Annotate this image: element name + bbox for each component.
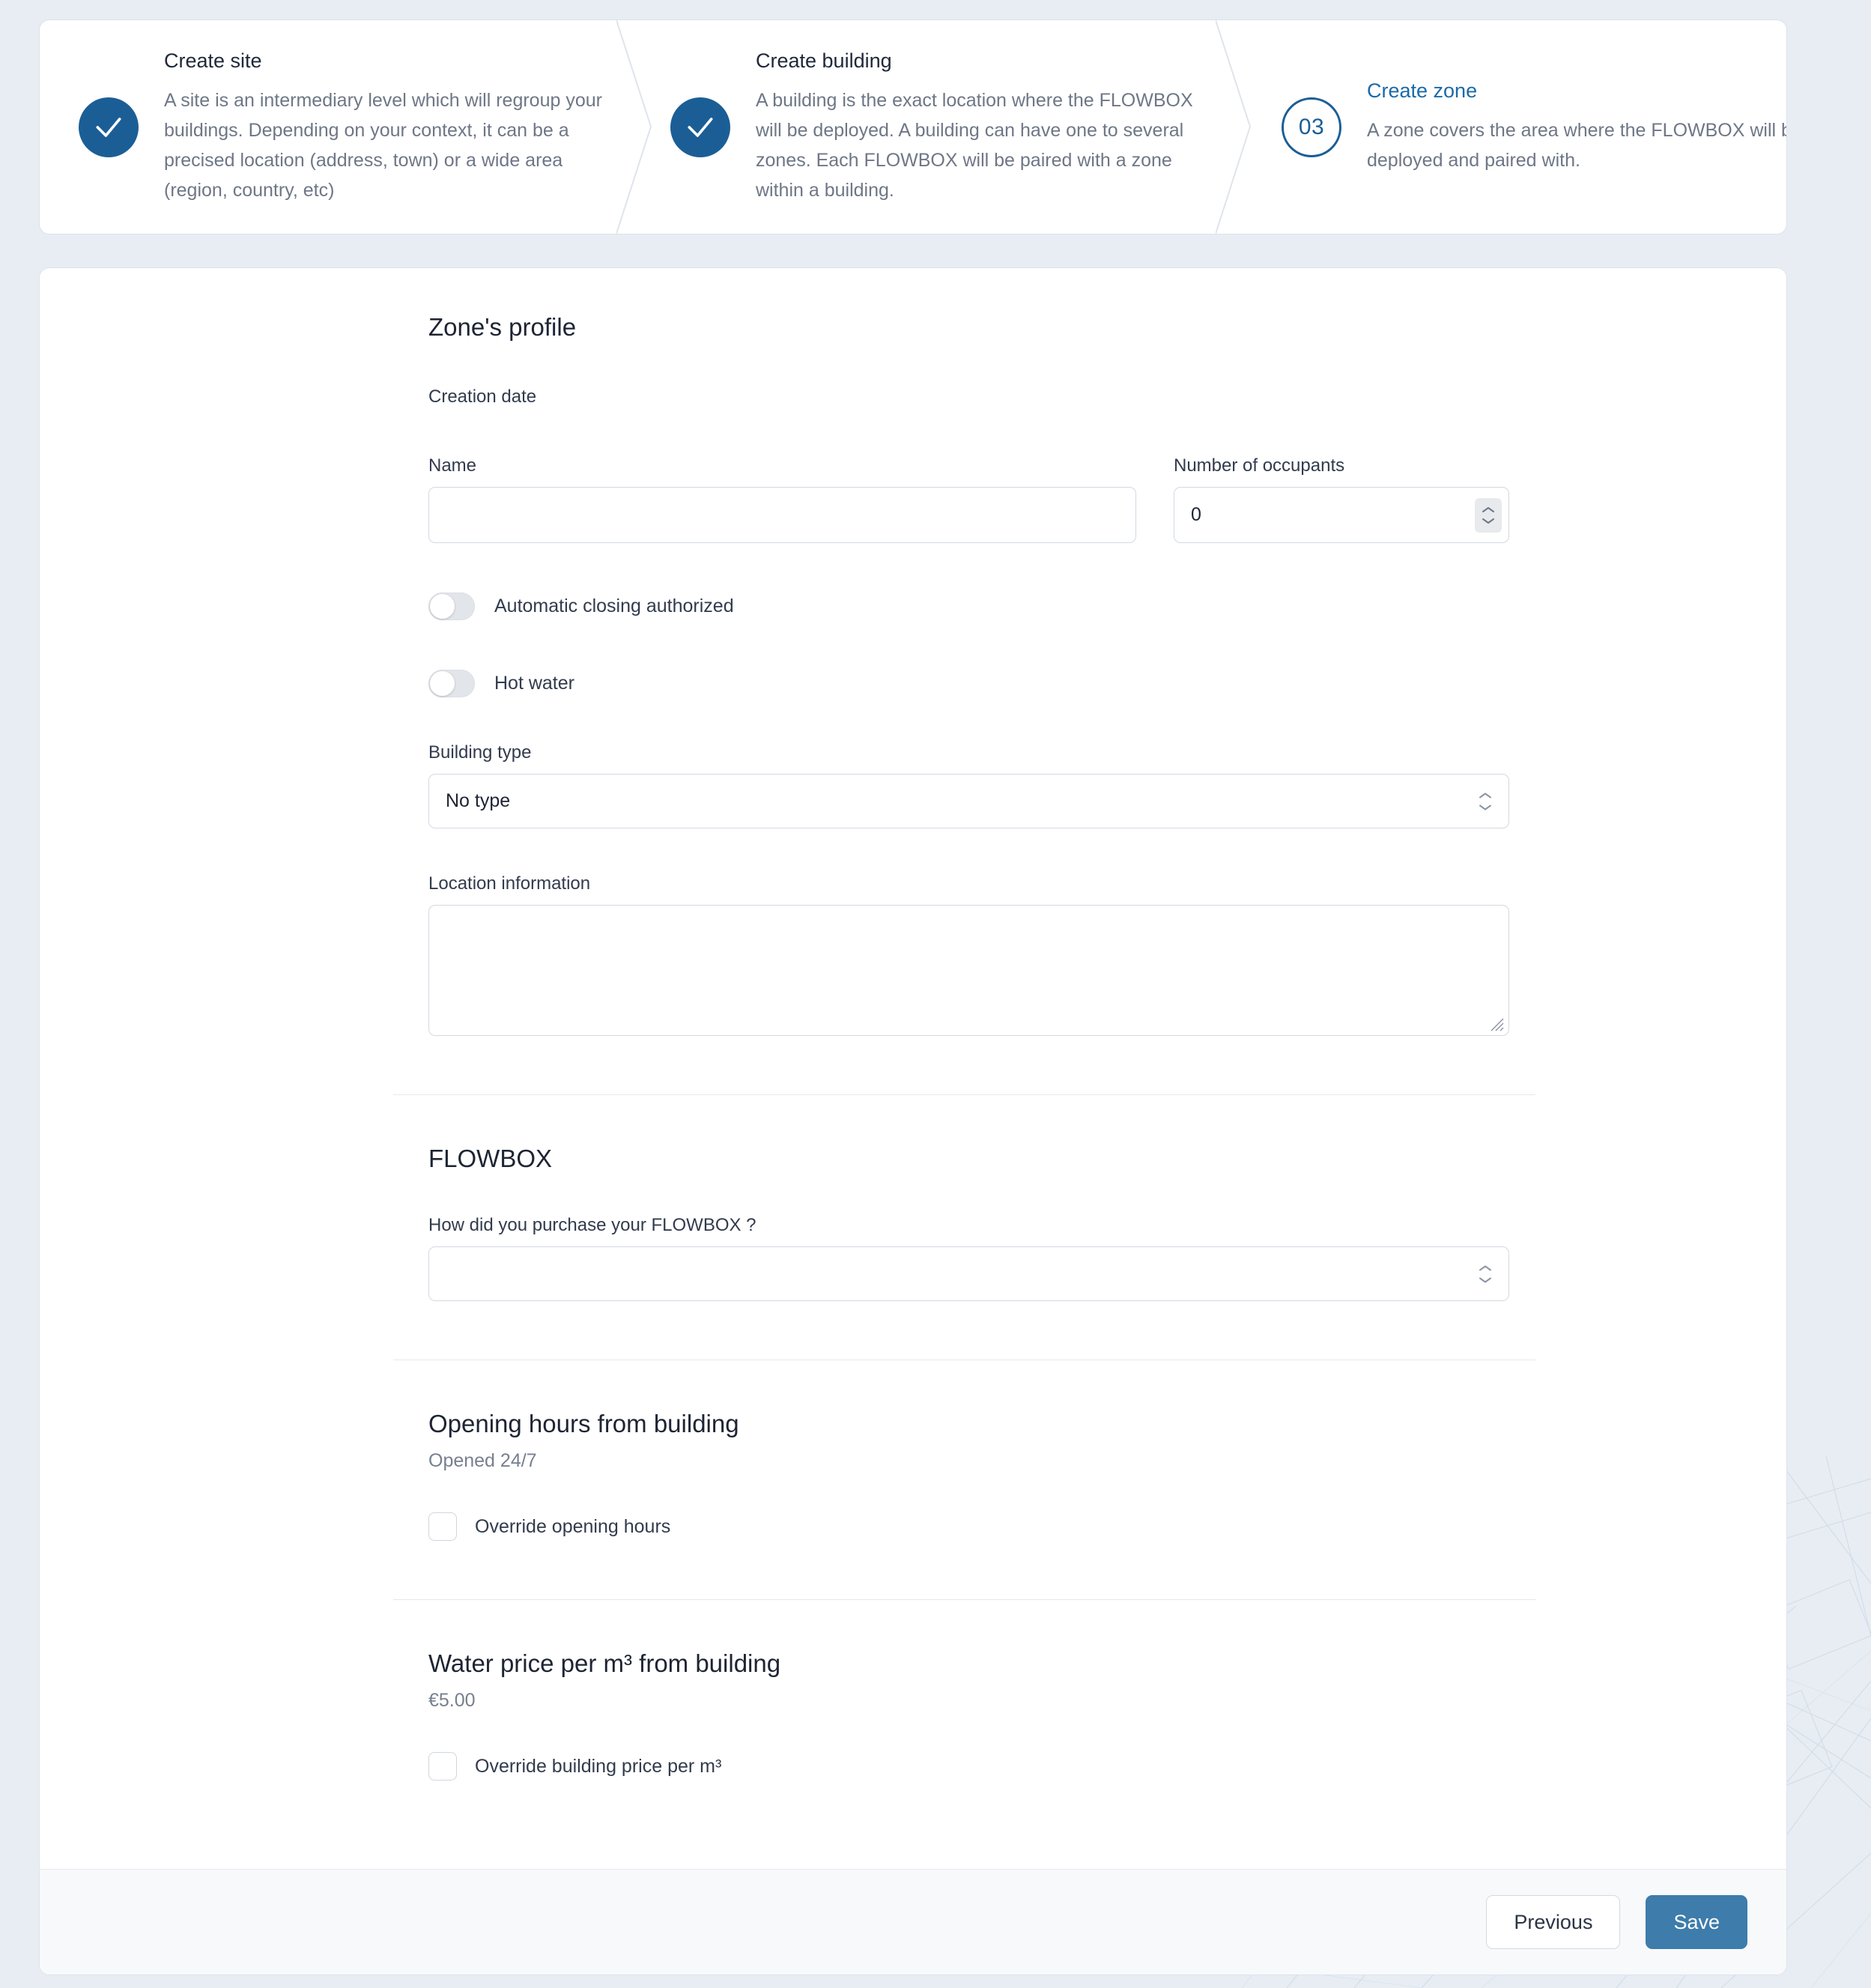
location-information-group: Location information xyxy=(428,873,1509,1036)
building-type-select-chevrons[interactable] xyxy=(1478,791,1493,811)
opening-hours-title: Opening hours from building xyxy=(428,1410,739,1437)
step-3-description: A zone covers the area where the FLOWBOX… xyxy=(1367,119,1787,171)
override-opening-hours-checkbox[interactable] xyxy=(428,1512,457,1541)
step-1-title: Create site xyxy=(164,49,262,72)
step-3-status-circle: 03 xyxy=(1282,97,1341,157)
name-label: Name xyxy=(428,455,477,476)
chevron-up-icon[interactable] xyxy=(1478,1264,1493,1272)
wizard-stepper: Create site A site is an intermediary le… xyxy=(39,19,1787,234)
override-water-price-label: Override building price per m³ xyxy=(475,1755,722,1777)
opening-hours-section: Opening hours from building Opened 24/7 … xyxy=(428,1410,1786,1541)
page-root: Create site A site is an intermediary le… xyxy=(0,0,1871,1988)
hot-water-toggle-row[interactable]: Hot water xyxy=(428,670,1786,697)
zone-profile-title: Zone's profile xyxy=(428,313,577,341)
step-1-description: A site is an intermediary level which wi… xyxy=(164,89,602,201)
step-2-description: A building is the exact location where t… xyxy=(756,89,1193,201)
check-icon xyxy=(96,117,121,137)
override-opening-hours-label: Override opening hours xyxy=(475,1515,671,1537)
location-information-label: Location information xyxy=(428,873,591,894)
resize-handle-icon[interactable] xyxy=(1485,1013,1505,1032)
override-water-price-checkbox[interactable] xyxy=(428,1752,457,1781)
save-button[interactable]: Save xyxy=(1646,1895,1747,1949)
occupants-input-wrap xyxy=(1174,487,1509,543)
zone-form-card: Zone's profile Creation date Name Number… xyxy=(39,267,1787,1975)
building-type-group: Building type No type xyxy=(428,742,1509,828)
stepper-step-create-building[interactable]: Create building A building is the exact … xyxy=(631,20,1231,234)
hot-water-label: Hot water xyxy=(494,673,574,694)
previous-button[interactable]: Previous xyxy=(1486,1895,1621,1949)
occupants-field-group: Number of occupants xyxy=(1174,455,1509,543)
building-type-value: No type xyxy=(446,790,511,811)
name-input[interactable] xyxy=(428,487,1136,543)
override-water-price-row[interactable]: Override building price per m³ xyxy=(428,1752,1786,1781)
name-occupants-row: Name Number of occupants xyxy=(428,455,1786,543)
automatic-closing-toggle[interactable] xyxy=(428,593,475,620)
water-price-value: €5.00 xyxy=(428,1690,476,1711)
water-price-title: Water price per m³ from building xyxy=(428,1649,781,1677)
flowbox-section: FLOWBOX How did you purchase your FLOWBO… xyxy=(428,1145,1786,1301)
creation-date-label: Creation date xyxy=(428,387,537,407)
flowbox-purchase-select[interactable] xyxy=(428,1246,1509,1301)
name-field-group: Name xyxy=(428,455,1136,543)
step-2-body: Create building A building is the exact … xyxy=(756,49,1204,205)
occupants-label: Number of occupants xyxy=(1174,455,1345,476)
step-3-body: Create zone A zone covers the area where… xyxy=(1367,79,1787,175)
step-1-status-circle xyxy=(79,97,139,157)
form-footer: Previous Save xyxy=(40,1869,1786,1975)
water-price-section: Water price per m³ from building €5.00 O… xyxy=(428,1649,1786,1781)
zone-form: Zone's profile Creation date Name Number… xyxy=(40,268,1786,1781)
override-opening-hours-row[interactable]: Override opening hours xyxy=(428,1512,1786,1541)
chevron-down-icon[interactable] xyxy=(1478,803,1493,811)
flowbox-purchase-label: How did you purchase your FLOWBOX ? xyxy=(428,1215,756,1235)
automatic-closing-label: Automatic closing authorized xyxy=(494,596,734,616)
stepper-step-create-zone[interactable]: 03 Create zone A zone covers the area wh… xyxy=(1231,20,1787,234)
automatic-closing-toggle-row[interactable]: Automatic closing authorized xyxy=(428,593,1786,620)
location-information-textarea[interactable] xyxy=(428,905,1509,1036)
building-type-select[interactable]: No type xyxy=(428,774,1509,828)
chevron-down-icon[interactable] xyxy=(1478,1276,1493,1284)
chevron-down-icon[interactable] xyxy=(1481,517,1496,525)
step-3-number: 03 xyxy=(1298,114,1325,139)
section-divider-flowbox xyxy=(393,1094,1535,1095)
section-divider-water-price xyxy=(393,1599,1535,1600)
occupants-stepper-buttons[interactable] xyxy=(1475,497,1502,533)
flowbox-title: FLOWBOX xyxy=(428,1145,553,1172)
hot-water-toggle[interactable] xyxy=(428,670,475,697)
chevron-up-icon[interactable] xyxy=(1478,791,1493,799)
building-type-label: Building type xyxy=(428,742,532,763)
zone-profile-section: Zone's profile Creation date Name Number… xyxy=(428,313,1786,1036)
check-icon xyxy=(688,117,713,137)
flowbox-purchase-group: How did you purchase your FLOWBOX ? xyxy=(428,1215,1509,1301)
flowbox-purchase-select-chevrons[interactable] xyxy=(1478,1264,1493,1284)
occupants-input[interactable] xyxy=(1174,487,1509,543)
chevron-up-icon[interactable] xyxy=(1481,506,1496,514)
opening-hours-value: Opened 24/7 xyxy=(428,1450,537,1471)
step-2-status-circle xyxy=(670,97,730,157)
step-3-title: Create zone xyxy=(1367,79,1478,102)
step-1-body: Create site A site is an intermediary le… xyxy=(164,49,604,205)
step-2-title: Create building xyxy=(756,49,892,72)
stepper-step-create-site[interactable]: Create site A site is an intermediary le… xyxy=(40,20,631,234)
